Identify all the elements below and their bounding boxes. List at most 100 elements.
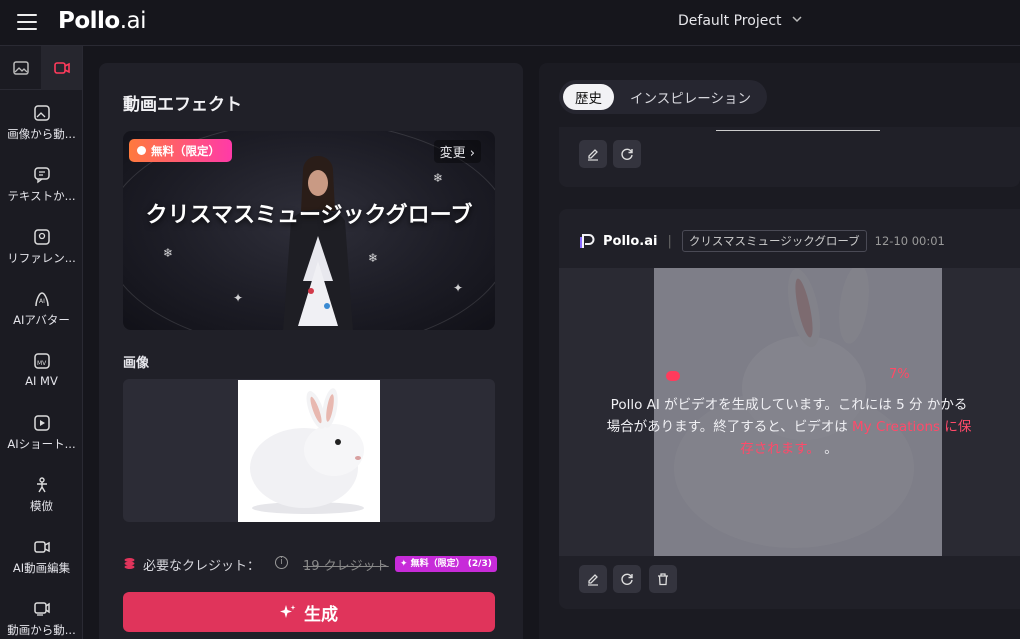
progress-indicator: [666, 371, 680, 381]
project-selector[interactable]: Default Project: [678, 13, 782, 29]
image-section-label: 画像: [123, 356, 150, 371]
generate-label: 生成: [304, 604, 338, 625]
sidebar-item-video-to-video[interactable]: 動画から動...: [0, 592, 83, 639]
edit-icon: [588, 149, 598, 161]
sidebar-tabs: [0, 46, 83, 90]
message-line: Pollo AI がビデオを生成しています。これには 5 分 かかる: [610, 397, 968, 413]
credits-row: 必要なクレジット： i 19 クレジット ✦ 無料（限定） (2/3): [123, 553, 497, 575]
info-icon[interactable]: i: [275, 556, 288, 569]
sidebar-item-label: AI動画編集: [12, 561, 71, 575]
rabbit-image: [250, 388, 364, 514]
snowflake-icon: ❄: [368, 251, 379, 265]
sidebar-item-ai-mv[interactable]: MV AI MV: [0, 344, 83, 404]
sidebar-item-reference[interactable]: リファレン...: [0, 220, 83, 280]
sidebar-item-ai-video-edit[interactable]: AI動画編集: [0, 530, 83, 590]
snowflake-icon: ❄: [433, 171, 444, 185]
image-mode-tab[interactable]: [0, 46, 41, 90]
video-edit-icon: [33, 541, 50, 553]
text-video-icon: [33, 167, 50, 184]
svg-text:MV: MV: [37, 360, 47, 367]
top-bar: Pollo.ai Default Project: [0, 0, 1020, 46]
refresh-icon: [621, 148, 633, 160]
avatar-icon: AI: [34, 292, 49, 307]
menu-icon[interactable]: [17, 14, 37, 30]
badge-label: 無料（限定）: [151, 143, 220, 158]
sidebar-item-label: 動画から動...: [7, 623, 76, 637]
sidebar-item-image-to-video[interactable]: 画像から動...: [0, 96, 83, 156]
sparkle-icon: [280, 605, 296, 618]
sidebar: 画像から動... テキストか... リファレン... AI AIアバター MV …: [0, 46, 83, 639]
sidebar-item-ai-avatar[interactable]: AI AIアバター: [0, 282, 83, 342]
chevron-down-icon[interactable]: [790, 12, 804, 26]
image-video-icon: [33, 105, 50, 121]
snowflake-icon: ✦: [233, 291, 244, 305]
change-label: 変更: [439, 146, 466, 161]
pollo-logo-icon: [580, 234, 595, 248]
video-preview: 7% Pollo AI がビデオを生成しています。これには 5 分 かかる 場合…: [559, 268, 1020, 556]
original-credits: 19 クレジット: [303, 559, 389, 574]
video-to-video-icon: [33, 602, 50, 616]
effect-name: クリスマスミュージックグローブ: [145, 203, 473, 228]
divider: [716, 130, 880, 131]
separator: |: [667, 233, 672, 249]
free-limited-badge: 無料（限定）: [129, 139, 232, 162]
change-effect-button[interactable]: 変更 ›: [433, 140, 481, 163]
timestamp: 12-10 00:01: [874, 234, 945, 248]
coins-icon: [124, 558, 135, 569]
my-creations-link[interactable]: My Creations に保: [852, 419, 971, 435]
tab-inspiration[interactable]: インスピレーション: [618, 84, 763, 110]
history-panel: 歴史 インスピレーション Pollo.ai | クリスマスミュージックグローブ …: [539, 63, 1020, 639]
sidebar-item-text-to-video[interactable]: テキストか...: [0, 158, 83, 218]
clock-icon: [137, 146, 146, 155]
regenerate-button[interactable]: [613, 565, 641, 593]
sidebar-item-ai-short[interactable]: AIショート...: [0, 406, 83, 466]
sidebar-item-label: AIアバター: [13, 313, 70, 327]
sidebar-item-label: AI MV: [25, 374, 58, 388]
imitate-icon: [36, 477, 47, 493]
sidebar-item-label: テキストか...: [7, 189, 76, 203]
logo-main: Pollo: [58, 8, 120, 34]
effect-panel: 動画エフェクト ❄ ❄ ❄ ✦ ✦ 無料（限定） 変更 › クリスマスミュージッ…: [99, 63, 523, 639]
uploaded-image: [238, 380, 380, 522]
edit-icon: [588, 574, 598, 586]
reference-icon: [33, 229, 50, 245]
video-mode-tab[interactable]: [41, 46, 82, 90]
svg-text:AI: AI: [39, 298, 45, 305]
sidebar-item-label: リファレン...: [7, 251, 76, 265]
generate-button[interactable]: 生成: [123, 592, 495, 632]
image-icon: [12, 61, 29, 75]
image-upload-area[interactable]: [123, 379, 495, 522]
tab-history[interactable]: 歴史: [563, 84, 614, 110]
effect-preview-figure: [283, 156, 353, 330]
edit-button[interactable]: [579, 140, 607, 168]
effect-card[interactable]: ❄ ❄ ❄ ✦ ✦ 無料（限定） 変更 › クリスマスミュージックグローブ: [123, 131, 495, 330]
mv-icon: MV: [33, 353, 50, 369]
short-icon: [33, 415, 50, 431]
trash-icon: [658, 573, 668, 586]
refresh-icon: [621, 573, 633, 585]
effect-tag: クリスマスミュージックグローブ: [681, 230, 867, 252]
card-brand: Pollo.ai: [603, 233, 658, 249]
sidebar-item-label: 画像から動...: [7, 127, 76, 141]
credits-label: 必要なクレジット：: [143, 559, 261, 574]
logo-suffix: .ai: [119, 8, 147, 34]
video-icon: [53, 62, 70, 74]
sidebar-item-imitate[interactable]: 模倣: [0, 468, 83, 528]
regenerate-button[interactable]: [613, 140, 641, 168]
generation-message: Pollo AI がビデオを生成しています。これには 5 分 かかる 場合があり…: [579, 394, 999, 460]
logo[interactable]: Pollo.ai: [58, 8, 147, 34]
message-line: 場合があります。終了すると、ビデオは: [606, 419, 853, 435]
generation-card: Pollo.ai | クリスマスミュージックグローブ 12-10 00:01 7…: [559, 209, 1020, 609]
history-tabs: 歴史 インスピレーション: [559, 80, 767, 114]
progress-percent: 7%: [889, 367, 910, 382]
sidebar-item-label: 模倣: [30, 499, 53, 513]
panel-title: 動画エフェクト: [123, 95, 242, 115]
snowflake-icon: ❄: [163, 246, 174, 260]
snowflake-icon: ✦: [453, 281, 464, 295]
delete-button[interactable]: [649, 565, 677, 593]
my-creations-link-cont[interactable]: 存されます。: [740, 441, 820, 457]
card-header: Pollo.ai | クリスマスミュージックグローブ 12-10 00:01: [579, 229, 945, 253]
edit-button[interactable]: [579, 565, 607, 593]
message-line: 。: [819, 441, 838, 457]
free-credits-tag: ✦ 無料（限定） (2/3): [395, 556, 497, 572]
